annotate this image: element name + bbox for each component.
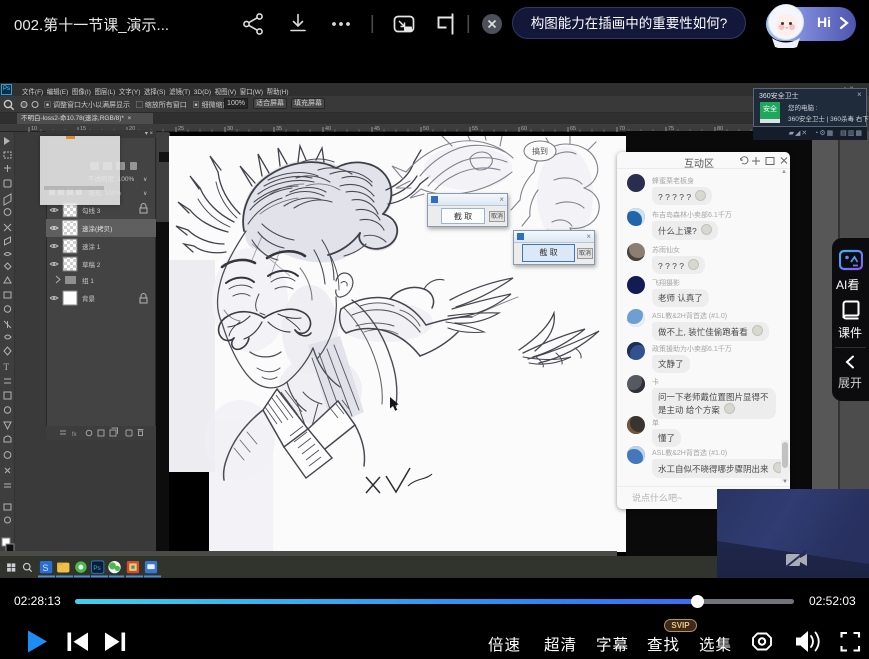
svg-text:速涂 1: 速涂 1 xyxy=(82,242,101,251)
svg-text:60: 60 xyxy=(521,126,527,132)
svg-text:40: 40 xyxy=(325,126,331,132)
svg-text:70: 70 xyxy=(619,126,625,132)
svg-text:55: 55 xyxy=(472,126,478,132)
svg-text:搞到: 搞到 xyxy=(532,146,548,156)
svg-text:T: T xyxy=(4,362,10,372)
svg-text:50: 50 xyxy=(423,126,429,132)
svg-text:背景: 背景 xyxy=(82,294,96,303)
svg-text:组 1: 组 1 xyxy=(82,276,94,285)
svg-text:35: 35 xyxy=(276,126,282,132)
svg-text:速涂(拷贝): 速涂(拷贝) xyxy=(82,224,112,233)
svg-text:∨: ∨ xyxy=(143,177,147,183)
svg-text:草稿 2: 草稿 2 xyxy=(82,260,101,269)
svg-text:25: 25 xyxy=(178,126,184,132)
svg-text:65: 65 xyxy=(570,126,576,132)
svg-text:∨: ∨ xyxy=(143,191,147,197)
svg-text:45: 45 xyxy=(374,126,380,132)
svg-text:S: S xyxy=(42,563,48,573)
svg-text:Ps: Ps xyxy=(93,565,101,572)
svg-text:30: 30 xyxy=(227,126,233,132)
svg-text:勾线 3: 勾线 3 xyxy=(82,206,101,215)
svg-text:fx: fx xyxy=(72,432,77,438)
